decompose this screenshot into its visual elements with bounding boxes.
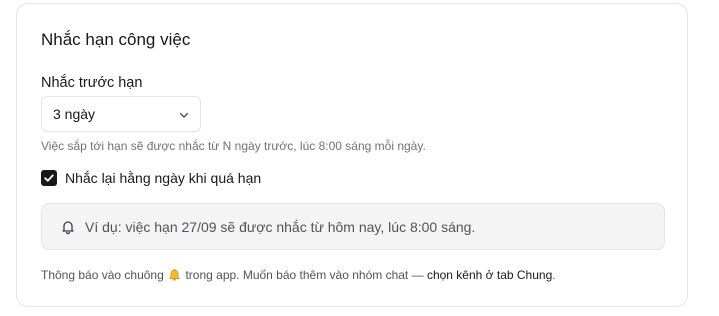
example-callout: Ví dụ: việc hạn 27/09 sẽ được nhắc từ hô… <box>41 203 665 250</box>
footer-text-before: Thông báo vào chuông <box>41 268 164 282</box>
example-text: Ví dụ: việc hạn 27/09 sẽ được nhắc từ hô… <box>85 219 476 235</box>
footer-period: . <box>552 268 556 282</box>
select-value: 3 ngày <box>53 106 96 122</box>
remind-before-select[interactable]: 3 ngày <box>41 96 201 132</box>
footer-note: Thông báo vào chuông trong app. Muốn báo… <box>41 268 556 282</box>
bell-icon <box>62 221 74 235</box>
bell-emoji-icon <box>169 268 180 281</box>
choose-channel-link[interactable]: chọn kênh ở tab Chung <box>427 268 552 282</box>
reminder-settings-card: Nhắc hạn công việc Nhắc trước hạn 3 ngày… <box>16 3 688 307</box>
footer-text-after: trong app. Muốn báo thêm vào nhóm chat — <box>185 268 424 282</box>
chevron-down-icon <box>179 112 189 118</box>
remind-before-label: Nhắc trước hạn <box>41 75 143 91</box>
card-title: Nhắc hạn công việc <box>41 30 191 49</box>
overdue-daily-option[interactable]: Nhắc lại hằng ngày khi quá hạn <box>41 169 261 187</box>
remind-before-hint: Việc sắp tới hạn sẽ được nhắc từ N ngày … <box>41 139 426 153</box>
check-icon <box>44 174 54 182</box>
overdue-checkbox-label: Nhắc lại hằng ngày khi quá hạn <box>65 170 262 186</box>
overdue-checkbox[interactable] <box>41 170 57 186</box>
